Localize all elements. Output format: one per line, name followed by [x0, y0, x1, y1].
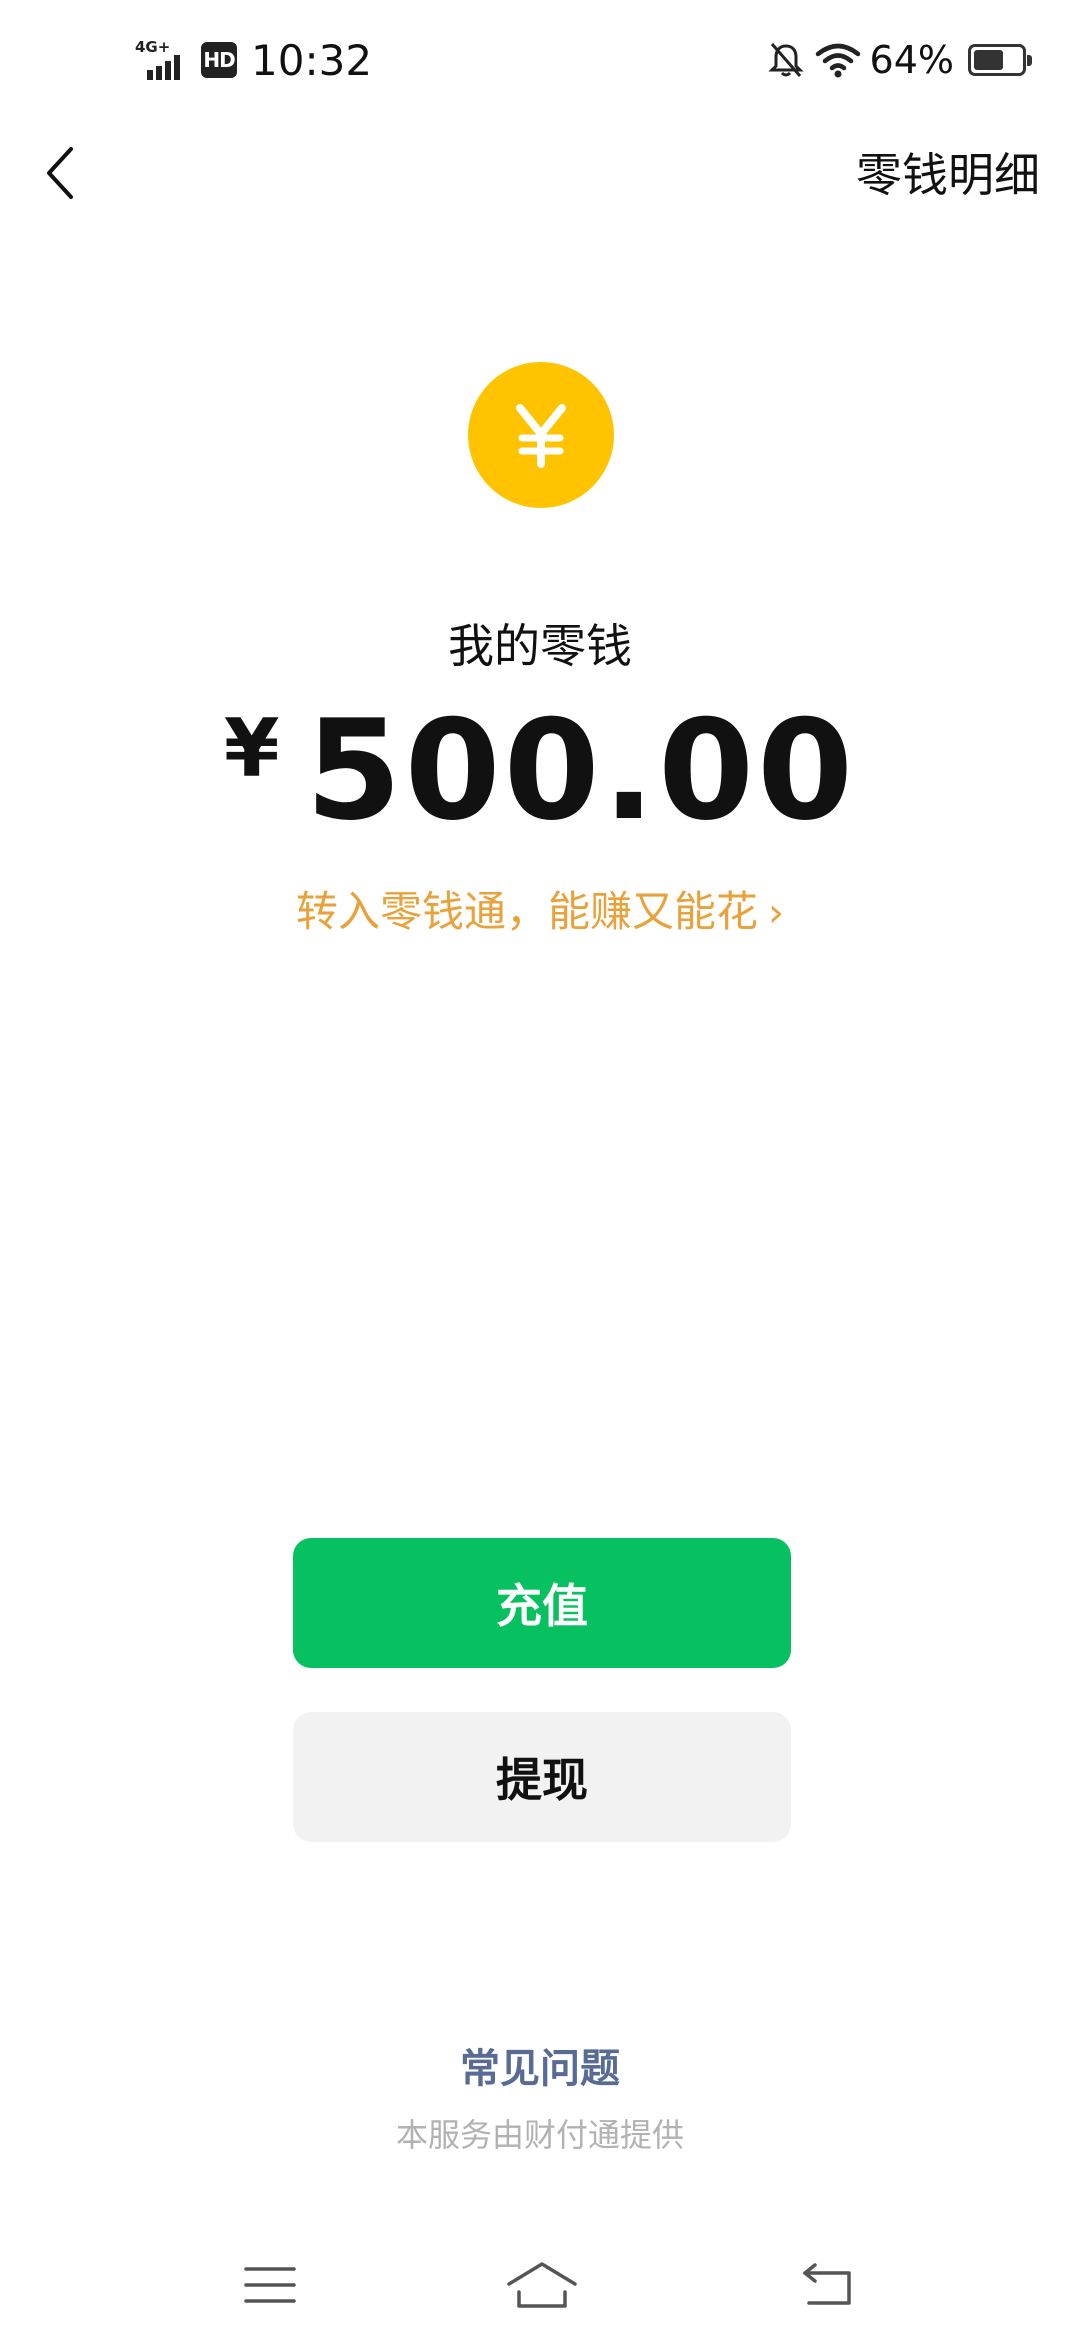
- battery-percent: 64%: [869, 38, 954, 82]
- chevron-right-icon: ›: [768, 890, 784, 936]
- wallet-screen: 4G+ HD 10:32 64% 零钱明细 我的零钱 ¥ 500.00 转入零钱…: [0, 0, 1080, 2340]
- back-button[interactable]: [30, 128, 90, 218]
- yuan-coin-icon: [468, 362, 614, 508]
- back-arrow-icon: [803, 2263, 851, 2305]
- yuan-symbol-icon: [516, 404, 566, 468]
- status-left: 4G+ HD 10:32: [135, 30, 372, 90]
- balance-display: ¥500.00: [0, 690, 1080, 851]
- recharge-button[interactable]: 充值: [293, 1538, 791, 1668]
- header: 零钱明细: [0, 110, 1080, 240]
- signal-icon: 4G+: [135, 38, 180, 80]
- system-nav-bar: [0, 2230, 1080, 2340]
- balance-amount: 500.00: [305, 690, 857, 851]
- home-icon: [507, 2262, 577, 2308]
- change-detail-link[interactable]: 零钱明细: [856, 130, 1040, 220]
- status-bar: 4G+ HD 10:32 64%: [0, 0, 1080, 110]
- promo-text: 转入零钱通，能赚又能花: [295, 887, 758, 936]
- bell-off-icon: [767, 43, 804, 77]
- status-right: 64%: [767, 30, 1032, 90]
- battery-icon: [968, 44, 1032, 76]
- status-time: 10:32: [251, 35, 373, 85]
- lingqiantong-promo-link[interactable]: 转入零钱通，能赚又能花 ›: [0, 878, 1080, 939]
- withdraw-button[interactable]: 提现: [293, 1712, 791, 1842]
- hd-icon: HD: [201, 42, 237, 78]
- nav-back-button[interactable]: [778, 2250, 878, 2320]
- balance-label: 我的零钱: [448, 619, 632, 673]
- nav-menu-button[interactable]: [220, 2250, 320, 2320]
- currency-symbol: ¥: [223, 702, 280, 795]
- provider-text: 本服务由财付通提供: [395, 2116, 684, 2154]
- wifi-icon: [815, 43, 860, 78]
- chevron-left-icon: [47, 147, 73, 199]
- network-type-label: 4G+: [135, 38, 170, 56]
- faq-link[interactable]: 常见问题: [0, 2036, 1080, 2094]
- battery-fill: [974, 50, 1003, 70]
- nav-home-button[interactable]: [492, 2250, 592, 2320]
- menu-icon: [244, 2267, 296, 2303]
